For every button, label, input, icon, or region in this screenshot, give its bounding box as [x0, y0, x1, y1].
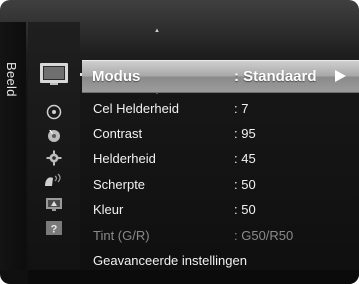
side-tab: Beeld — [0, 22, 26, 270]
side-tab-label: Beeld — [4, 62, 19, 97]
scroll-up-indicator: ▲ — [154, 28, 160, 34]
menu-item-label: Kleur — [93, 202, 124, 217]
menu-item-value: : G50/R50 — [234, 228, 294, 243]
tv-menu-panel: Beeld ? ▲ ▼ Modus: Standaard Cel Helder… — [0, 0, 359, 284]
menu-item-label: Contrast — [93, 126, 143, 141]
menu-item-value: : 50 — [234, 177, 256, 192]
menu-item-value: : 95 — [234, 126, 256, 141]
setup-icon[interactable] — [28, 150, 80, 166]
menu-item-cel-helderheid[interactable]: Cel Helderheid : 7 — [93, 101, 359, 121]
category-icon-column: ? — [28, 22, 80, 270]
menu-item-tint: Tint (G/R) : G50/R50 — [93, 228, 359, 248]
menu-item-value: : 45 — [234, 151, 256, 166]
application-icon[interactable] — [28, 196, 80, 212]
menu-item-label: Helderheid — [93, 151, 156, 166]
menu-item-value: : 7 — [234, 101, 249, 116]
menu-item-label: Modus — [92, 68, 141, 85]
input-icon[interactable] — [28, 172, 80, 188]
menu-item-label: Tint (G/R) — [93, 228, 150, 243]
menu-item-label: Cel Helderheid — [93, 101, 179, 116]
menu-item-scherpte[interactable]: Scherpte : 50 — [93, 177, 359, 197]
menu-item-label: Scherpte — [93, 177, 146, 192]
menu-item-modus[interactable]: Modus : Standaard — [82, 60, 359, 93]
menu-item-label: Geavanceerde instellingen — [93, 253, 247, 268]
support-icon[interactable]: ? — [28, 220, 80, 236]
channel-icon[interactable] — [28, 127, 80, 143]
menu-item-kleur[interactable]: Kleur : 50 — [93, 202, 359, 222]
menu-item-value: : 50 — [234, 202, 256, 217]
submenu-arrow-icon — [335, 70, 346, 82]
menu-item-value: : Standaard — [234, 68, 317, 85]
picture-icon[interactable] — [28, 62, 80, 86]
sound-icon[interactable] — [28, 104, 80, 120]
bottom-strip — [28, 270, 359, 284]
menu-item-contrast[interactable]: Contrast : 95 — [93, 126, 359, 146]
svg-text:?: ? — [51, 224, 58, 236]
menu-item-helderheid[interactable]: Helderheid : 45 — [93, 151, 359, 171]
